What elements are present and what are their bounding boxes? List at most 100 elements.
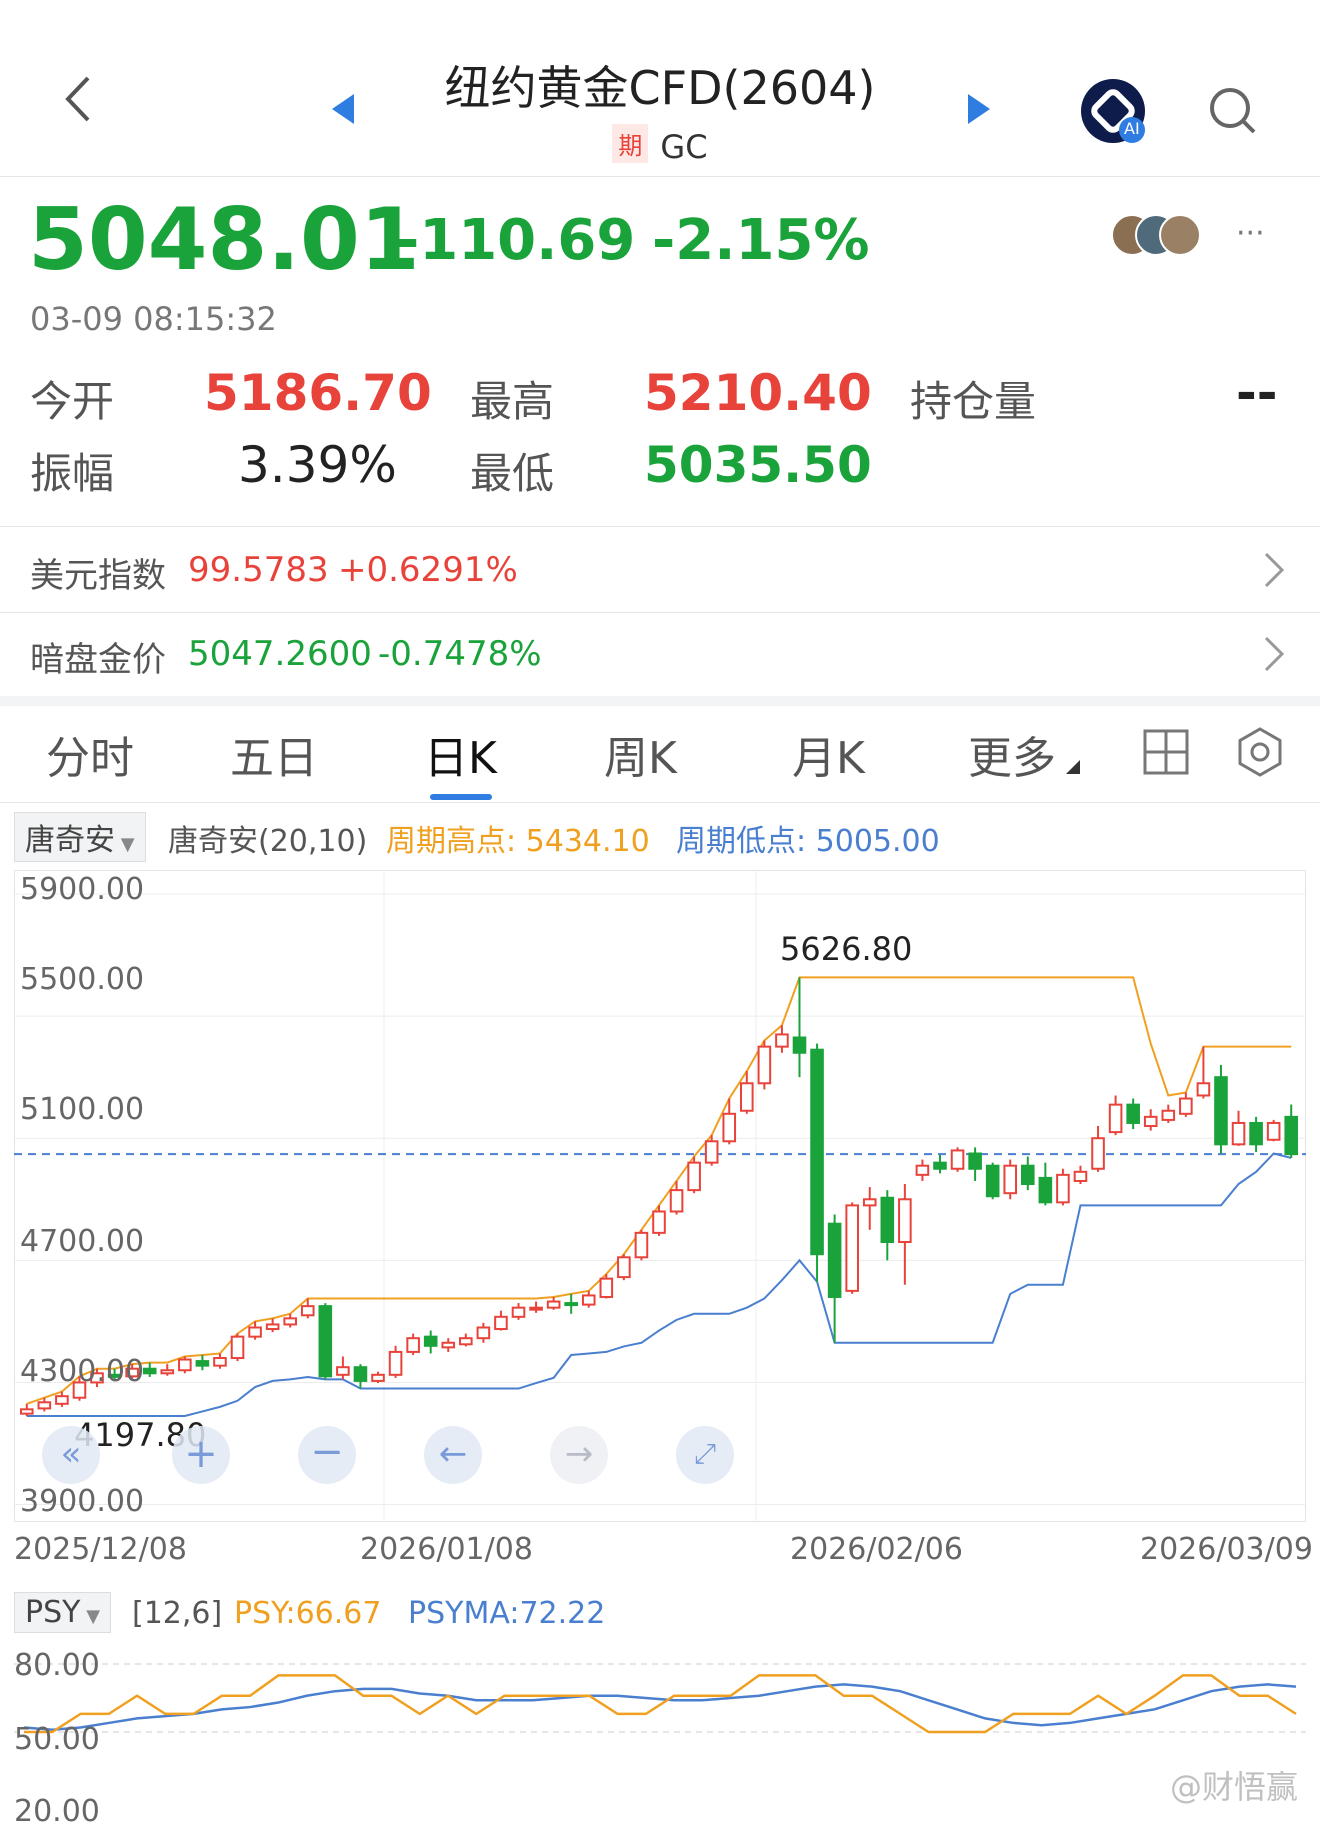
- amplitude-value: 3.39%: [238, 436, 397, 494]
- candle: [1161, 1109, 1176, 1121]
- candlestick-chart[interactable]: 5900.00 5500.00 5100.00 4700.00 4300.00 …: [14, 870, 1306, 1522]
- zoom-out-button[interactable]: −: [298, 1426, 356, 1484]
- candle: [55, 1395, 69, 1405]
- tab-intraday[interactable]: 分时: [46, 722, 134, 786]
- open-interest-label: 持仓量: [910, 377, 1037, 426]
- x-tick-label: 2025/12/08: [14, 1532, 187, 1567]
- candle: [459, 1337, 473, 1346]
- candle: [810, 1048, 824, 1256]
- watermark: @财悟赢: [1170, 1768, 1299, 1806]
- y-tick-label: 4700.00: [20, 1224, 145, 1259]
- price-change: -110.69: [396, 208, 636, 273]
- candle: [652, 1210, 666, 1234]
- chevron-right-icon: [1264, 552, 1285, 588]
- candle: [968, 1152, 982, 1170]
- ai-label: AI: [1124, 119, 1140, 138]
- open-interest-value: --: [1236, 364, 1278, 422]
- indicator-name: 唐奇安(20,10): [168, 824, 368, 859]
- candle: [634, 1231, 649, 1259]
- x-tick-label: 2026/01/08: [360, 1532, 533, 1567]
- zoom-in-button[interactable]: +: [172, 1426, 230, 1484]
- pan-right-button[interactable]: →: [550, 1426, 608, 1484]
- candle: [950, 1149, 965, 1170]
- candle: [1038, 1176, 1053, 1204]
- candle: [546, 1300, 561, 1309]
- chart-frame: [14, 870, 1306, 1522]
- tab-five-day[interactable]: 五日: [230, 722, 318, 786]
- tab-daily-k[interactable]: 日K: [424, 722, 497, 786]
- usd-index-label: 美元指数: [30, 556, 166, 596]
- layout-grid-icon[interactable]: [1142, 728, 1190, 776]
- usd-index-row[interactable]: 美元指数 99.5783 +0.6291%: [0, 528, 1320, 612]
- candle: [722, 1112, 737, 1143]
- candle: [915, 1164, 930, 1176]
- settings-icon[interactable]: [1234, 726, 1286, 778]
- candle: [740, 1082, 754, 1112]
- candle: [1196, 1082, 1211, 1097]
- candle: [476, 1326, 491, 1340]
- candle: [1179, 1097, 1193, 1115]
- candle: [213, 1357, 227, 1367]
- candle: [1003, 1164, 1018, 1195]
- y-tick-label: 5500.00: [20, 962, 145, 997]
- contract-code: GC: [660, 128, 708, 166]
- dark-gold-value: 5047.2600: [188, 634, 372, 674]
- open-value: 5186.70: [204, 364, 432, 422]
- candle: [757, 1045, 772, 1085]
- usd-index-value: 99.5783: [188, 550, 329, 590]
- period-low-label: 周期低点: 5005.00: [676, 824, 940, 859]
- candle: [160, 1369, 175, 1375]
- ai-assistant-icon[interactable]: AI: [1080, 78, 1146, 144]
- usd-index-change: +0.6291%: [338, 550, 518, 590]
- candle: [845, 1204, 859, 1292]
- dark-gold-change: -0.7478%: [378, 634, 542, 674]
- open-label: 今开: [30, 377, 115, 426]
- candle: [617, 1256, 631, 1279]
- more-icon[interactable]: ···: [1236, 216, 1265, 251]
- jump-start-button[interactable]: «: [42, 1426, 100, 1484]
- dark-gold-label: 暗盘金价: [30, 640, 166, 680]
- candle: [265, 1323, 280, 1331]
- futures-badge: 期: [612, 124, 649, 163]
- psy-line: [24, 1674, 1297, 1734]
- candle: [564, 1302, 578, 1307]
- candle: [19, 1408, 34, 1415]
- candle: [1020, 1164, 1035, 1186]
- period-high-label: 周期高点: 5434.10: [386, 824, 650, 859]
- fullscreen-button[interactable]: ⤢: [676, 1426, 734, 1484]
- low-label: 最低: [470, 449, 555, 498]
- y-tick-label: 4300.00: [20, 1354, 145, 1389]
- dark-gold-row[interactable]: 暗盘金价 5047.2600 -0.7478%: [0, 612, 1320, 696]
- candle: [1249, 1121, 1263, 1146]
- tab-weekly-k[interactable]: 周K: [604, 722, 677, 786]
- next-contract-icon[interactable]: [966, 92, 992, 130]
- tab-more[interactable]: 更多: [968, 722, 1056, 786]
- more-dropdown-icon: [1066, 760, 1080, 774]
- psy-y-tick: 80.00: [14, 1648, 100, 1683]
- low-value: 5035.50: [644, 436, 872, 494]
- candle: [423, 1335, 438, 1347]
- candle: [388, 1350, 403, 1376]
- psy-selector[interactable]: PSY ▼: [14, 1592, 112, 1633]
- candle: [985, 1164, 1000, 1198]
- quote-time: 03-09 08:15:32: [30, 300, 277, 338]
- psyma-value: PSYMA:72.22: [408, 1596, 606, 1631]
- candle: [441, 1341, 456, 1349]
- x-tick-label: 2026/03/09: [1140, 1532, 1313, 1567]
- user-avatars[interactable]: [1110, 212, 1220, 258]
- candle: [406, 1337, 420, 1353]
- candle: [880, 1196, 895, 1244]
- candle: [1214, 1076, 1228, 1146]
- psy-y-tick: 20.00: [14, 1794, 100, 1829]
- last-price: 5048.01: [28, 190, 420, 290]
- indicator-selector[interactable]: 唐奇安 ▼: [14, 812, 146, 862]
- search-icon[interactable]: [1208, 86, 1258, 140]
- candle: [581, 1294, 596, 1306]
- tab-active-indicator: [430, 794, 492, 800]
- tab-monthly-k[interactable]: 月K: [792, 722, 865, 786]
- amplitude-label: 振幅: [30, 449, 115, 498]
- candle: [599, 1277, 614, 1298]
- pan-left-button[interactable]: ←: [424, 1426, 482, 1484]
- candle: [669, 1189, 684, 1213]
- candle: [142, 1367, 157, 1375]
